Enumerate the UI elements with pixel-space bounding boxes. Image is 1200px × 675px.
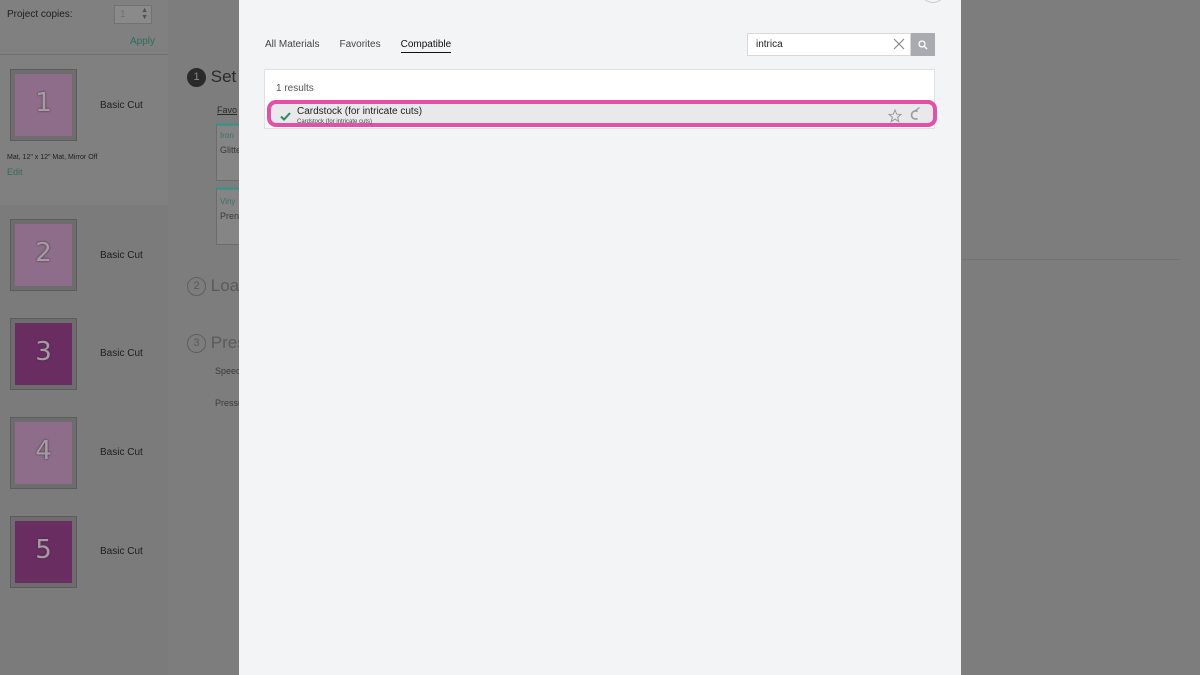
list-item[interactable]: Cardstock (for intricate cuts) Cardstock… [267, 100, 937, 127]
speed-label-fragment: Speed [215, 366, 242, 376]
mat-thumbnail[interactable]: 2 [10, 219, 77, 291]
tab-all-materials[interactable]: All Materials [265, 39, 319, 53]
divider [962, 259, 1180, 260]
mat-number: 1 [35, 88, 52, 118]
check-icon [280, 112, 291, 121]
search-icon [918, 40, 928, 50]
material-subtitle: Cardstock (for intricate cuts) [297, 119, 373, 125]
project-copies-value: 1 [120, 9, 126, 20]
card-name: Pren [220, 211, 240, 221]
card-category: Iron [220, 131, 234, 140]
favorite-star-icon[interactable] [888, 109, 902, 123]
mat-thumbnail[interactable]: 1 [10, 69, 77, 141]
mat-thumbnail[interactable]: 5 [10, 516, 77, 588]
material-card[interactable]: Viny Pren [216, 187, 240, 245]
step-number-badge: 2 [187, 277, 206, 297]
search-box [747, 33, 911, 56]
tab-favorites[interactable]: Favorites [339, 39, 380, 53]
mat-info: Mat, 12" x 12" Mat, Mirror Off [7, 154, 98, 161]
clear-search-icon[interactable] [893, 38, 905, 50]
step-title: Loa [210, 276, 240, 295]
step-3-heading: 3 Pres [187, 333, 246, 354]
mat-thumbnail[interactable]: 4 [10, 417, 77, 489]
apply-button[interactable]: Apply [130, 36, 155, 47]
mat-label: Basic Cut [100, 546, 143, 557]
step-number-badge: 1 [187, 68, 206, 88]
material-card[interactable]: Iron Glitte [216, 123, 242, 181]
mat-number: 4 [35, 436, 52, 466]
results-count: 1 results [276, 83, 314, 94]
project-copies-row: Project copies: 1 ▲ ▼ Apply [0, 0, 168, 55]
material-tabs: All Materials Favorites Compatible [265, 39, 452, 53]
step-number-badge: 3 [187, 334, 206, 354]
mat-label: Basic Cut [100, 348, 143, 359]
project-copies-label: Project copies: [7, 9, 73, 20]
mat-thumbnail[interactable]: 3 [10, 318, 77, 390]
mat-number: 2 [35, 238, 52, 268]
results-list: 1 results Cardstock (for intricate cuts)… [264, 69, 937, 129]
material-browser-modal: All Materials Favorites Compatible 1 res… [239, 0, 961, 675]
mat-list: 2 Basic Cut 3 Basic Cut 4 Basic Cut 5 Ba… [0, 205, 168, 675]
favorites-tab-fragment[interactable]: Favo [217, 105, 237, 115]
card-category: Viny [220, 197, 236, 206]
search-button[interactable] [911, 33, 935, 56]
step-2-heading: 2 Loa [187, 276, 240, 297]
mat-sidebar: Project copies: 1 ▲ ▼ Apply 1 Basic Cut M… [0, 0, 168, 675]
mat-label: Basic Cut [100, 250, 143, 261]
stepper-arrows-icon[interactable]: ▲ ▼ [141, 7, 148, 21]
mat-edit-link[interactable]: Edit [7, 167, 23, 177]
mat-item-1[interactable]: 1 Basic Cut [0, 55, 168, 205]
tab-compatible[interactable]: Compatible [400, 39, 452, 53]
mat-number: 3 [35, 337, 52, 367]
mat-label: Basic Cut [100, 447, 143, 458]
mat-number: 5 [35, 535, 52, 565]
search-input[interactable] [748, 34, 888, 55]
project-copies-stepper[interactable]: 1 ▲ ▼ [114, 5, 152, 24]
mat-label: Basic Cut [100, 100, 143, 111]
close-button[interactable] [920, 0, 946, 3]
step-1-heading: 1 Set [187, 67, 237, 88]
edit-material-icon[interactable] [908, 107, 921, 122]
material-name: Cardstock (for intricate cuts) [297, 106, 423, 117]
card-name: Glitte [220, 145, 242, 155]
step-title: Set [210, 67, 237, 86]
